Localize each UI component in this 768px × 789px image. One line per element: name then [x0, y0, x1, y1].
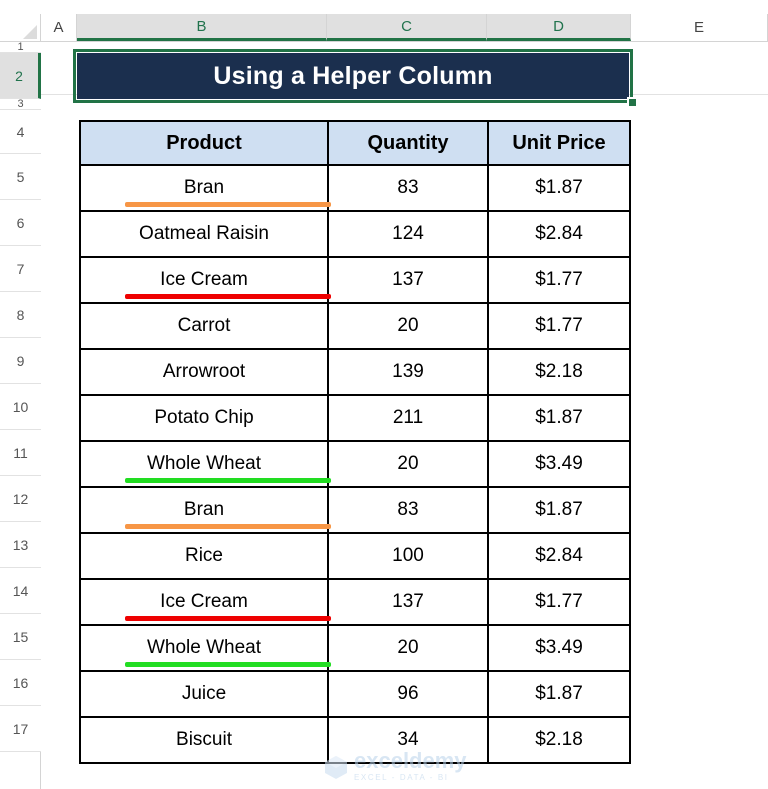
duplicate-highlight-underline-red: [125, 616, 331, 621]
cell-product[interactable]: Bran: [79, 164, 331, 212]
row-header-12[interactable]: 12: [0, 476, 41, 522]
duplicate-highlight-underline-orange: [125, 202, 331, 207]
cell-unit-price[interactable]: $2.18: [487, 348, 631, 396]
table-header-row: Product Quantity Unit Price: [79, 120, 631, 166]
grid-area: Using a Helper Column Product Quantity U…: [41, 42, 768, 789]
table-row[interactable]: Whole Wheat 20 $3.49: [79, 624, 631, 672]
row-header-5[interactable]: 5: [0, 154, 41, 200]
table-row[interactable]: Potato Chip 211 $1.87: [79, 394, 631, 442]
cell-unit-price[interactable]: $1.87: [487, 670, 631, 718]
cell-quantity[interactable]: 137: [327, 256, 489, 304]
duplicate-highlight-underline-green: [125, 662, 331, 667]
table-row[interactable]: Biscuit 34 $2.18: [79, 716, 631, 764]
cell-quantity[interactable]: 34: [327, 716, 489, 764]
column-header-unit-price[interactable]: Unit Price: [487, 120, 631, 166]
row-header-6[interactable]: 6: [0, 200, 41, 246]
column-header-d[interactable]: D: [487, 14, 631, 41]
cell-quantity[interactable]: 137: [327, 578, 489, 626]
table-row[interactable]: Oatmeal Raisin 124 $2.84: [79, 210, 631, 258]
row-header-17[interactable]: 17: [0, 706, 41, 752]
column-header-c[interactable]: C: [327, 14, 487, 41]
cell-product[interactable]: Rice: [79, 532, 329, 580]
cell-unit-price[interactable]: $1.87: [487, 164, 631, 212]
table-row[interactable]: Ice Cream 137 $1.77: [79, 578, 631, 626]
column-header-a[interactable]: A: [41, 14, 77, 41]
row-header-16[interactable]: 16: [0, 660, 41, 706]
column-header-e[interactable]: E: [631, 14, 768, 41]
cell-product[interactable]: Whole Wheat: [79, 624, 331, 672]
table-row[interactable]: Rice 100 $2.84: [79, 532, 631, 580]
cell-product[interactable]: Biscuit: [79, 716, 329, 764]
row-header-15[interactable]: 15: [0, 614, 41, 660]
page-title: Using a Helper Column: [213, 61, 493, 90]
cell-quantity[interactable]: 83: [327, 164, 489, 212]
cell-quantity[interactable]: 100: [327, 532, 489, 580]
cell-product[interactable]: Carrot: [79, 302, 329, 350]
cell-quantity[interactable]: 83: [327, 486, 489, 534]
cell-quantity[interactable]: 124: [327, 210, 489, 258]
cell-unit-price[interactable]: $3.49: [487, 624, 631, 672]
row-header-2[interactable]: 2: [0, 53, 41, 99]
cell-product[interactable]: Bran: [79, 486, 331, 534]
cell-product[interactable]: Juice: [79, 670, 329, 718]
cell-product[interactable]: Ice Cream: [79, 578, 331, 626]
select-all-button[interactable]: [0, 14, 41, 41]
row-header-3[interactable]: 3: [0, 99, 41, 110]
row-header-7[interactable]: 7: [0, 246, 41, 292]
row-header-11[interactable]: 11: [0, 430, 41, 476]
cell-unit-price[interactable]: $1.87: [487, 394, 631, 442]
table-row[interactable]: Carrot 20 $1.77: [79, 302, 631, 350]
table-row[interactable]: Arrowroot 139 $2.18: [79, 348, 631, 396]
cell-product[interactable]: Oatmeal Raisin: [79, 210, 329, 258]
watermark-subtitle: EXCEL - DATA - BI: [354, 773, 449, 782]
column-header-row: ABCDE: [0, 14, 768, 42]
row-header-13[interactable]: 13: [0, 522, 41, 568]
cell-quantity[interactable]: 20: [327, 440, 489, 488]
cell-quantity[interactable]: 96: [327, 670, 489, 718]
cell-product[interactable]: Ice Cream: [79, 256, 331, 304]
row-header-1[interactable]: 1: [0, 42, 41, 53]
table-row[interactable]: Bran 83 $1.87: [79, 164, 631, 212]
cell-unit-price[interactable]: $1.77: [487, 578, 631, 626]
cell-product[interactable]: Whole Wheat: [79, 440, 331, 488]
cell-quantity[interactable]: 139: [327, 348, 489, 396]
cell-unit-price[interactable]: $1.87: [487, 486, 631, 534]
duplicate-highlight-underline-orange: [125, 524, 331, 529]
spreadsheet-canvas: ABCDE 1 2 3 4 5 6 7 8 9 10 11 12 13 14 15 16 17 Using a …: [0, 0, 768, 789]
cell-unit-price[interactable]: $3.49: [487, 440, 631, 488]
fill-handle[interactable]: [627, 97, 638, 108]
cell-unit-price[interactable]: $1.77: [487, 256, 631, 304]
cell-unit-price[interactable]: $1.77: [487, 302, 631, 350]
column-header-product[interactable]: Product: [79, 120, 329, 166]
cell-unit-price[interactable]: $2.84: [487, 210, 631, 258]
data-table: Product Quantity Unit Price Bran 83 $1.87 O…: [79, 120, 631, 764]
cell-quantity[interactable]: 211: [327, 394, 489, 442]
cell-quantity[interactable]: 20: [327, 302, 489, 350]
merged-title-cell[interactable]: Using a Helper Column: [77, 53, 629, 99]
cell-product[interactable]: Arrowroot: [79, 348, 329, 396]
row-header-14[interactable]: 14: [0, 568, 41, 614]
select-all-triangle-icon: [23, 25, 37, 39]
duplicate-highlight-underline-red: [125, 294, 331, 299]
row-header-10[interactable]: 10: [0, 384, 41, 430]
table-row[interactable]: Bran 83 $1.87: [79, 486, 631, 534]
table-row[interactable]: Ice Cream 137 $1.77: [79, 256, 631, 304]
duplicate-highlight-underline-green: [125, 478, 331, 483]
row-header-column: 1 2 3 4 5 6 7 8 9 10 11 12 13 14 15 16 17: [0, 42, 41, 789]
cell-product[interactable]: Potato Chip: [79, 394, 329, 442]
row-header-8[interactable]: 8: [0, 292, 41, 338]
row-header-4[interactable]: 4: [0, 110, 41, 154]
cell-quantity[interactable]: 20: [327, 624, 489, 672]
cell-unit-price[interactable]: $2.84: [487, 532, 631, 580]
column-header-b[interactable]: B: [77, 14, 327, 41]
column-header-quantity[interactable]: Quantity: [327, 120, 489, 166]
table-row[interactable]: Whole Wheat 20 $3.49: [79, 440, 631, 488]
cell-unit-price[interactable]: $2.18: [487, 716, 631, 764]
row-header-9[interactable]: 9: [0, 338, 41, 384]
table-row[interactable]: Juice 96 $1.87: [79, 670, 631, 718]
